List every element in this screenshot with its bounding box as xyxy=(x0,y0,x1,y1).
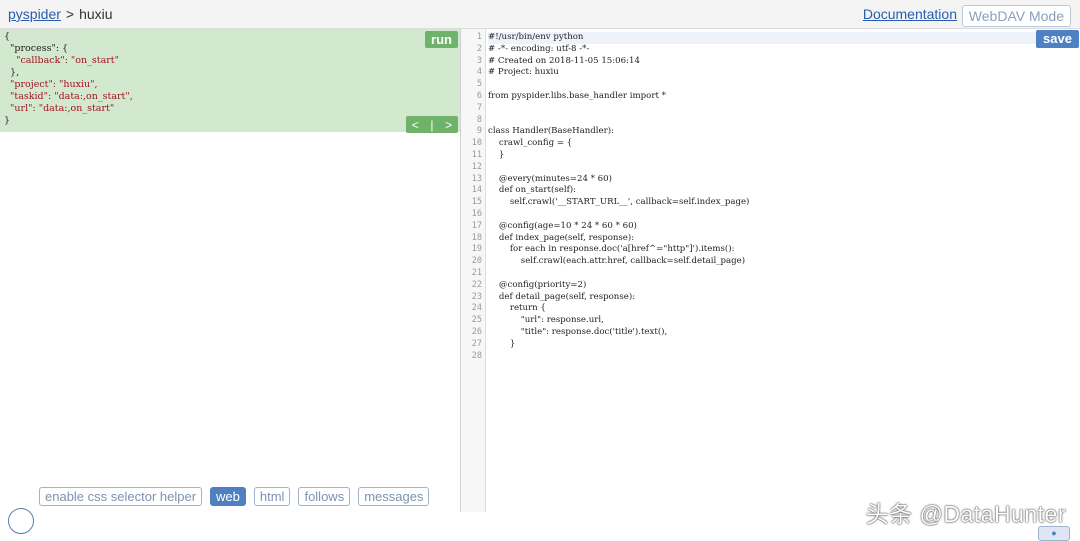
line-number: 4 xyxy=(476,67,482,78)
code-line[interactable]: def on_start(self): xyxy=(488,185,1068,197)
code-line[interactable]: # Created on 2018-11-05 15:06:14 xyxy=(488,56,1068,68)
task-nav: < | > xyxy=(406,116,458,133)
line-number: 20 xyxy=(471,256,482,267)
watermark: 头条 @DataHunter xyxy=(865,501,1066,527)
code-line[interactable]: def detail_page(self, response): xyxy=(488,292,1068,304)
task-json[interactable]: { "process": { "callback": "on_start" },… xyxy=(4,31,133,127)
pyspider-home-link[interactable]: pyspider xyxy=(8,6,61,22)
code-line[interactable]: # -*- encoding: utf-8 -*- xyxy=(488,44,1068,56)
line-number: 6 xyxy=(476,90,482,101)
code-line[interactable] xyxy=(488,115,1068,127)
nav-divider: | xyxy=(430,117,434,132)
line-number: 17 xyxy=(471,220,482,231)
line-number: 2 xyxy=(476,43,482,54)
line-number: 16 xyxy=(471,208,482,219)
line-number: 7 xyxy=(476,102,482,113)
line-number: 14 xyxy=(471,185,482,196)
line-number: 27 xyxy=(471,338,482,349)
line-number: 3 xyxy=(476,55,482,66)
code-line[interactable]: } xyxy=(488,339,1068,351)
code-line[interactable]: crawl_config = { xyxy=(488,138,1068,150)
code-line[interactable] xyxy=(488,162,1068,174)
next-button[interactable]: > xyxy=(445,118,452,132)
line-number: 18 xyxy=(471,232,482,243)
line-number: 11 xyxy=(471,149,482,160)
bottom-tabs: enable css selector helper web html foll… xyxy=(39,487,430,506)
code-line[interactable] xyxy=(488,351,1068,363)
line-number: 23 xyxy=(471,291,482,302)
code-line[interactable]: for each in response.doc('a[href^="http"… xyxy=(488,244,1068,256)
code-line[interactable]: } xyxy=(488,150,1068,162)
task-panel[interactable]: { "process": { "callback": "on_start" },… xyxy=(0,29,460,133)
code-line[interactable]: @config(age=10 * 24 * 60 * 60) xyxy=(488,221,1068,233)
save-button[interactable]: save xyxy=(1036,30,1079,48)
line-number: 10 xyxy=(471,138,482,149)
line-number: 9 xyxy=(476,126,482,137)
code-line[interactable] xyxy=(488,79,1068,91)
prev-button[interactable]: < xyxy=(412,118,419,132)
left-panel: { "process": { "callback": "on_start" },… xyxy=(0,29,460,534)
code-line[interactable]: @config(priority=2) xyxy=(488,280,1068,292)
line-number: 1 xyxy=(476,32,482,42)
code-line[interactable]: # Project: huxiu xyxy=(488,67,1068,79)
line-number: 25 xyxy=(471,315,482,326)
documentation-link[interactable]: Documentation xyxy=(863,6,957,22)
line-number: 12 xyxy=(471,161,482,172)
line-number: 28 xyxy=(471,350,482,361)
code-line[interactable]: "title": response.doc('title').text(), xyxy=(488,327,1068,339)
css-selector-helper-button[interactable]: enable css selector helper xyxy=(39,487,203,506)
code-line[interactable] xyxy=(488,209,1068,221)
code-line[interactable] xyxy=(488,103,1068,115)
top-bar: pyspider > huxiu Documentation WebDAV Mode xyxy=(0,0,1080,29)
code-line[interactable]: "url": response.url, xyxy=(488,315,1068,327)
tab-web[interactable]: web xyxy=(210,487,246,506)
line-number: 8 xyxy=(476,114,482,125)
line-number-gutter: 1 2 3 4 5 6 7 8 9 10 11 12 13 14 15 16 17 18 19 20 21 22 23 24 2… xyxy=(461,29,486,512)
line-number: 15 xyxy=(471,197,482,208)
code-line[interactable]: class Handler(BaseHandler): xyxy=(488,126,1068,138)
breadcrumb-separator: > xyxy=(65,6,75,22)
tab-follows[interactable]: follows xyxy=(298,487,351,506)
webdav-mode-button[interactable]: WebDAV Mode xyxy=(961,5,1071,27)
tab-messages[interactable]: messages xyxy=(358,487,430,506)
code-editor[interactable]: 1 2 3 4 5 6 7 8 9 10 11 12 13 14 15 16 17 18 19 20 21 22 23 24 2… xyxy=(461,29,1080,541)
code-line[interactable]: @every(minutes=24 * 60) xyxy=(488,174,1068,186)
corner-widget-icon[interactable]: ● xyxy=(1038,526,1070,541)
line-number: 24 xyxy=(471,303,482,314)
project-name: huxiu xyxy=(79,6,113,22)
code-line[interactable] xyxy=(488,268,1068,280)
run-button[interactable]: run xyxy=(425,31,458,48)
line-number: 5 xyxy=(476,79,482,90)
code-line[interactable]: return { xyxy=(488,303,1068,315)
line-number: 26 xyxy=(471,326,482,337)
breadcrumb: pyspider > huxiu xyxy=(8,6,113,22)
code-line[interactable]: self.crawl(each.attr.href, callback=self… xyxy=(488,256,1068,268)
code-line[interactable]: #!/usr/bin/env python xyxy=(488,32,1068,44)
code-line[interactable]: def index_page(self, response): xyxy=(488,233,1068,245)
code-area[interactable]: #!/usr/bin/env python # -*- encoding: utf… xyxy=(488,32,1068,362)
code-line[interactable]: from pyspider.libs.base_handler import * xyxy=(488,91,1068,103)
line-number: 22 xyxy=(471,279,482,290)
line-number: 19 xyxy=(471,244,482,255)
code-line[interactable]: self.crawl('__START_URL__', callback=sel… xyxy=(488,197,1068,209)
tab-html[interactable]: html xyxy=(253,487,291,506)
line-number: 13 xyxy=(471,173,482,184)
line-number: 21 xyxy=(471,267,482,278)
